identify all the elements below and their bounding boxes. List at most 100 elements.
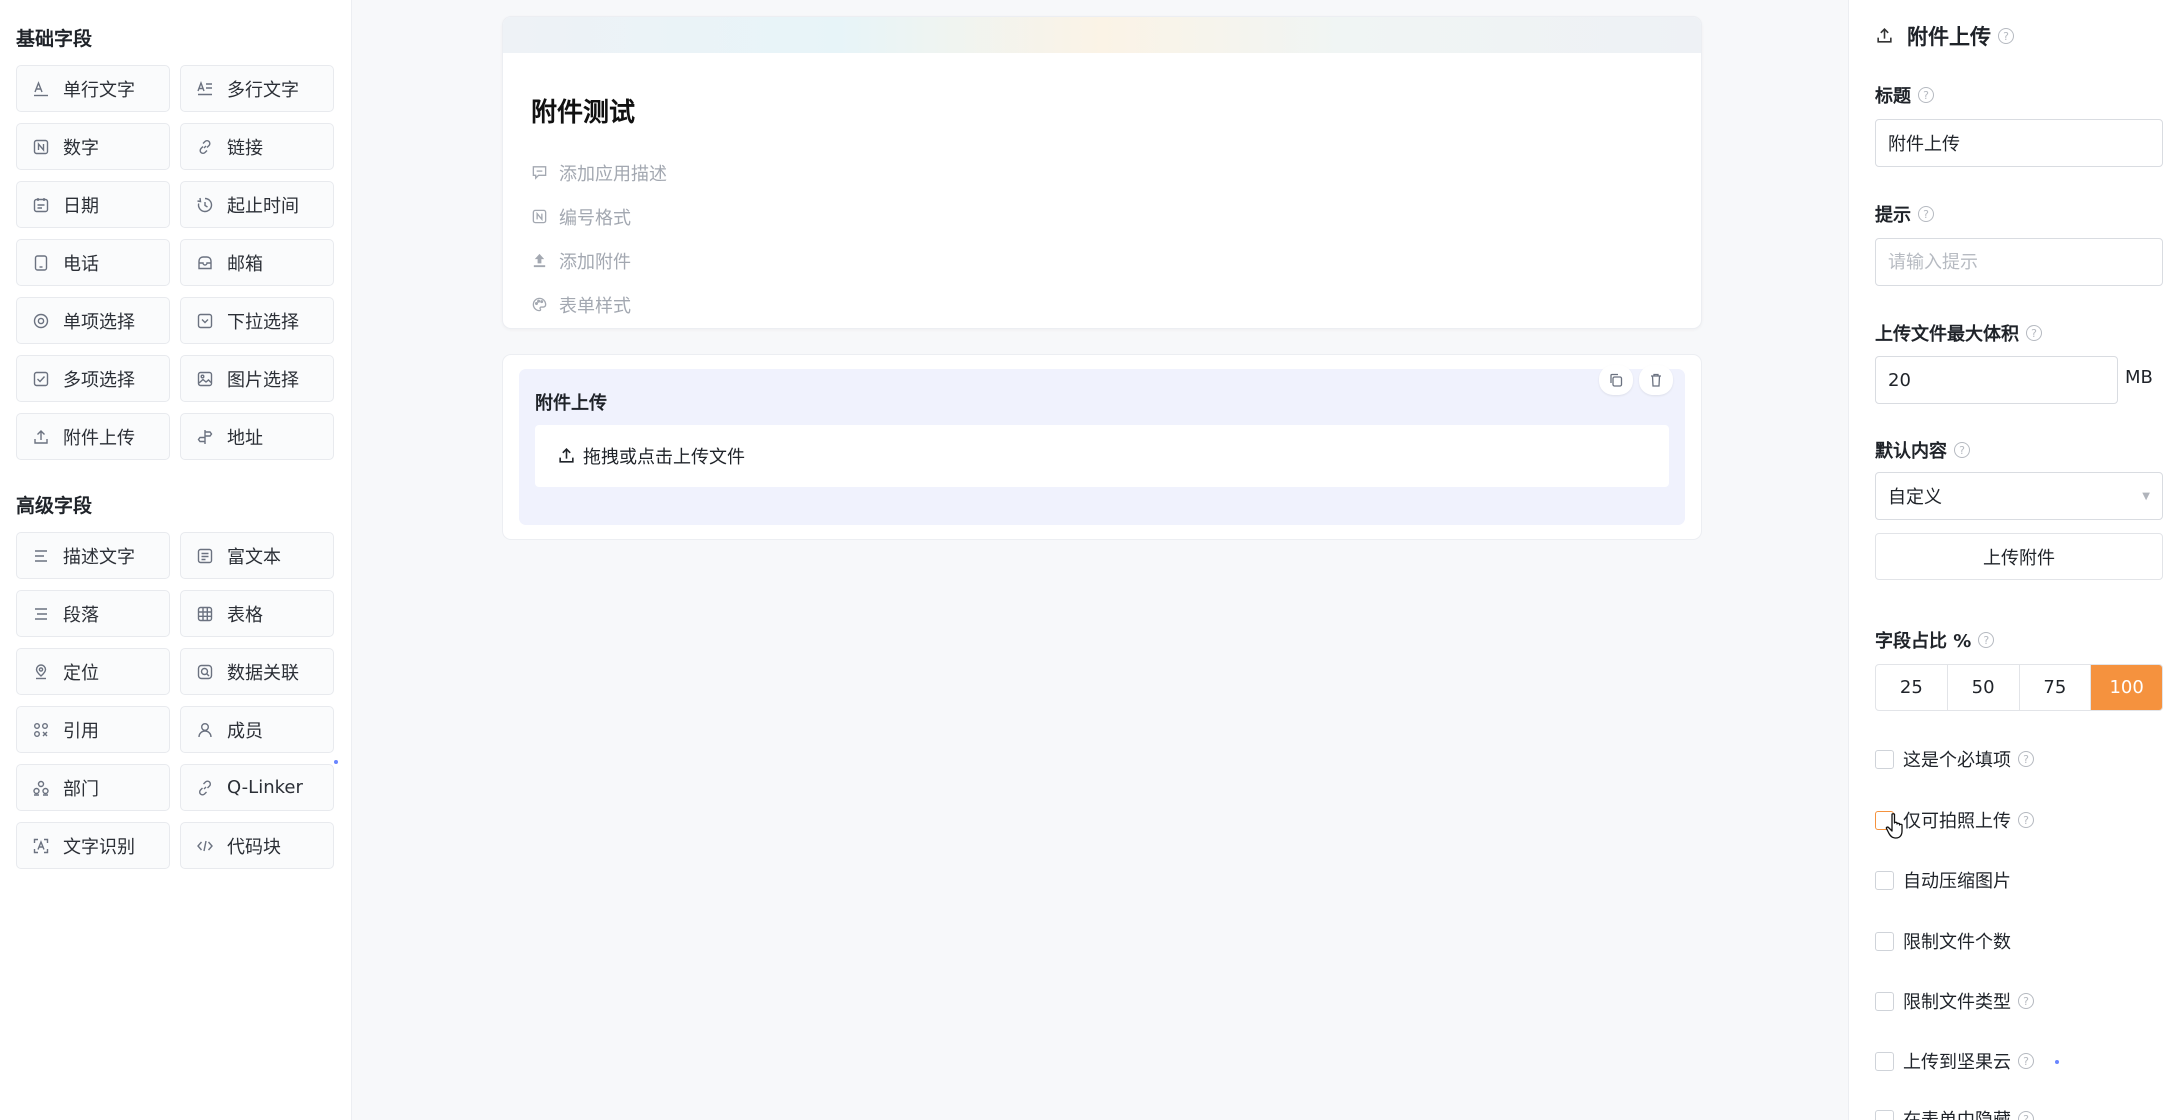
- checkbox-label[interactable]: 上传到坚果云: [1903, 1048, 2011, 1074]
- field-item-table[interactable]: 表格: [180, 590, 334, 637]
- checkbox-label[interactable]: 这是个必填项: [1903, 746, 2011, 772]
- checkbox-label[interactable]: 在表单中隐藏: [1903, 1106, 2011, 1120]
- delete-field-button[interactable]: [1639, 365, 1673, 395]
- calendar-icon: [32, 196, 50, 214]
- checkbox-label[interactable]: 限制文件个数: [1903, 928, 2011, 954]
- default-content-label-text: 默认内容: [1875, 441, 1947, 462]
- field-item-department[interactable]: 部门: [16, 764, 170, 811]
- limit-count-checkbox[interactable]: [1875, 931, 1894, 951]
- width-option-50[interactable]: 50: [1948, 665, 2020, 710]
- field-item-phone[interactable]: 电话: [16, 239, 170, 286]
- form-banner[interactable]: [503, 17, 1701, 53]
- department-icon: [32, 779, 50, 797]
- hint-label: 提示 ?: [1875, 201, 1934, 227]
- field-item-label: 表格: [227, 604, 263, 626]
- help-icon[interactable]: ?: [1918, 206, 1934, 222]
- ocr-icon: [32, 837, 50, 855]
- help-icon[interactable]: ?: [2018, 993, 2034, 1009]
- field-item-radio[interactable]: 单项选择: [16, 297, 170, 344]
- width-option-25[interactable]: 25: [1876, 665, 1948, 710]
- member-icon: [196, 721, 214, 739]
- field-item-rich-text[interactable]: 富文本: [180, 532, 334, 579]
- checkbox-label[interactable]: 仅可拍照上传: [1903, 807, 2011, 833]
- hide-in-form-checkbox[interactable]: [1875, 1109, 1894, 1120]
- max-size-input[interactable]: [1875, 356, 2118, 404]
- new-indicator-dot: [2055, 1060, 2059, 1064]
- checkbox-label[interactable]: 自动压缩图片: [1903, 867, 2011, 893]
- help-icon[interactable]: ?: [1998, 28, 2014, 44]
- field-palette: 基础字段 单行文字 多行文字 数字 链接 日期 起止时间 电话 邮箱 单项选择 …: [0, 0, 352, 1120]
- location-icon: [32, 663, 50, 681]
- help-icon[interactable]: ?: [1978, 632, 1995, 648]
- number-format-link[interactable]: 编号格式: [531, 204, 631, 230]
- add-attachment-link[interactable]: 添加附件: [531, 248, 631, 274]
- title-input[interactable]: [1875, 119, 2163, 167]
- help-icon[interactable]: ?: [2018, 751, 2034, 767]
- upload-icon: [557, 446, 577, 466]
- field-item-date[interactable]: 日期: [16, 181, 170, 228]
- field-item-ocr[interactable]: 文字识别: [16, 822, 170, 869]
- field-item-checkbox[interactable]: 多项选择: [16, 355, 170, 402]
- form-title[interactable]: 附件测试: [531, 92, 635, 129]
- field-item-paragraph[interactable]: 段落: [16, 590, 170, 637]
- field-item-label: 图片选择: [227, 369, 299, 391]
- jianguoyun-checkbox[interactable]: [1875, 1051, 1894, 1071]
- advanced-fields-grid: 描述文字 富文本 段落 表格 定位 数据关联 引用 成员 部门 Q-Linker…: [16, 532, 338, 869]
- multi-line-text-icon: [196, 80, 214, 98]
- max-size-unit: MB: [2125, 367, 2153, 388]
- field-item-image[interactable]: 图片选择: [180, 355, 334, 402]
- comment-icon: [531, 164, 549, 182]
- field-item-label: 定位: [63, 662, 99, 684]
- help-icon[interactable]: ?: [2018, 1111, 2034, 1120]
- add-description-link[interactable]: 添加应用描述: [531, 160, 667, 186]
- field-item-label: 多项选择: [63, 369, 135, 391]
- field-item-mail[interactable]: 邮箱: [180, 239, 334, 286]
- help-icon[interactable]: ?: [1918, 87, 1934, 103]
- limit-type-checkbox[interactable]: [1875, 991, 1894, 1011]
- width-ratio-segmented: 25 50 75 100: [1875, 664, 2163, 711]
- field-item-number[interactable]: 数字: [16, 123, 170, 170]
- default-content-select[interactable]: 自定义 ▼: [1875, 472, 2163, 520]
- field-item-code[interactable]: 代码块: [180, 822, 334, 869]
- field-item-time-range[interactable]: 起止时间: [180, 181, 334, 228]
- properties-panel: 附件上传 ? 标题 ? 提示 ? 上传文件最大体积 ? MB 默认内容 ? 自定…: [1848, 0, 2180, 1120]
- field-item-label: 引用: [63, 720, 99, 742]
- hand-cursor-icon: [1885, 813, 1903, 839]
- hint-input[interactable]: [1875, 238, 2163, 286]
- help-icon[interactable]: ?: [2026, 325, 2042, 341]
- default-content-label: 默认内容 ?: [1875, 437, 1970, 463]
- upload-dropzone[interactable]: 拖拽或点击上传文件: [535, 425, 1669, 487]
- help-icon[interactable]: ?: [2018, 1053, 2034, 1069]
- required-checkbox[interactable]: [1875, 749, 1894, 769]
- help-icon[interactable]: ?: [1954, 442, 1970, 458]
- basic-fields-grid: 单行文字 多行文字 数字 链接 日期 起止时间 电话 邮箱 单项选择 下拉选择 …: [16, 65, 335, 460]
- field-item-description[interactable]: 描述文字: [16, 532, 170, 579]
- dropdown-icon: [196, 312, 214, 330]
- field-item-address[interactable]: 地址: [180, 413, 334, 460]
- field-item-reference[interactable]: 引用: [16, 706, 170, 753]
- field-item-single-line-text[interactable]: 单行文字: [16, 65, 170, 112]
- single-line-text-icon: [32, 80, 50, 98]
- field-item-link[interactable]: 链接: [180, 123, 334, 170]
- auto-compress-checkbox[interactable]: [1875, 870, 1894, 890]
- field-item-member[interactable]: 成员: [180, 706, 334, 753]
- field-item-dropdown[interactable]: 下拉选择: [180, 297, 334, 344]
- selected-field-upload[interactable]: 附件上传 拖拽或点击上传文件: [519, 365, 1685, 525]
- form-header-card: 附件测试 添加应用描述 编号格式 添加附件 表单样式: [502, 16, 1702, 329]
- field-item-q-linker[interactable]: Q-Linker: [180, 760, 338, 811]
- add-description-label: 添加应用描述: [559, 164, 667, 185]
- upload-attachment-button[interactable]: 上传附件: [1875, 533, 2163, 580]
- field-item-location[interactable]: 定位: [16, 648, 170, 695]
- default-content-value: 自定义: [1888, 487, 1942, 508]
- field-item-multi-line-text[interactable]: 多行文字: [180, 65, 334, 112]
- field-item-label: 单项选择: [63, 311, 135, 333]
- field-item-data-link[interactable]: 数据关联: [180, 648, 334, 695]
- width-option-75[interactable]: 75: [2020, 665, 2092, 710]
- copy-field-button[interactable]: [1599, 365, 1633, 395]
- form-style-link[interactable]: 表单样式: [531, 292, 631, 318]
- help-icon[interactable]: ?: [2018, 812, 2034, 828]
- field-item-upload[interactable]: 附件上传: [16, 413, 170, 460]
- width-option-100[interactable]: 100: [2091, 665, 2162, 710]
- mail-icon: [196, 254, 214, 272]
- checkbox-label[interactable]: 限制文件类型: [1903, 988, 2011, 1014]
